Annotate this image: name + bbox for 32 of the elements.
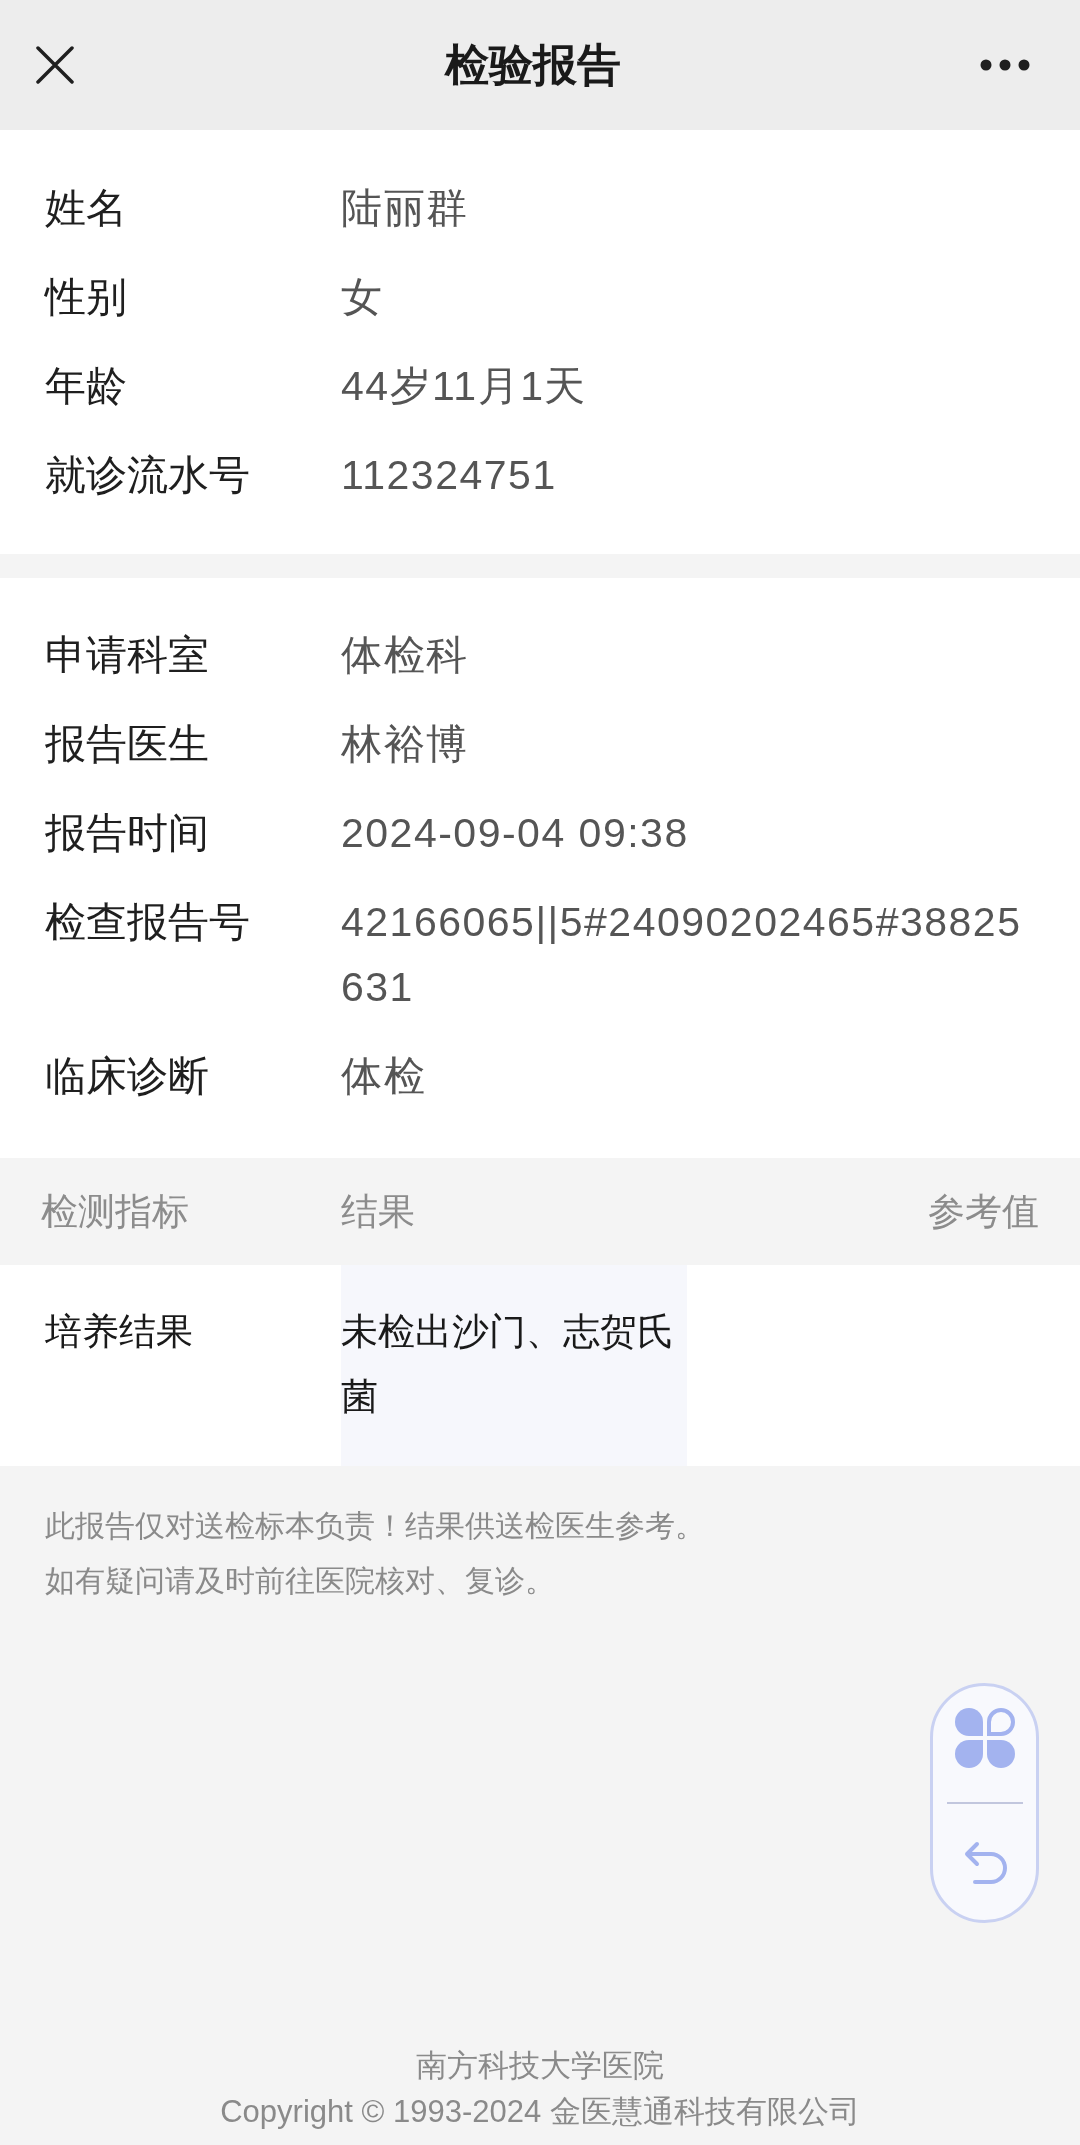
- field-value: 112324751: [341, 451, 558, 500]
- field-label: 就诊流水号: [45, 451, 251, 500]
- more-button[interactable]: [980, 59, 1030, 71]
- result-cell: 未检出沙门、志贺氏菌: [341, 1265, 687, 1466]
- copyright-text: Copyright © 1993-2024 金医慧通科技有限公司: [220, 2093, 860, 2131]
- field-value: 42166065||5#24090202465#38825631: [341, 898, 1023, 1012]
- field-value: 体检: [341, 1052, 427, 1101]
- close-button[interactable]: [36, 46, 74, 84]
- field-label: 报告时间: [45, 809, 210, 858]
- field-value: 2024-09-04 09:38: [341, 809, 690, 858]
- field-value: 陆丽群: [341, 184, 470, 233]
- field-label: 性别: [45, 273, 128, 322]
- hospital-name: 南方科技大学医院: [416, 2047, 664, 2085]
- table-cell: 培养结果: [45, 1311, 193, 1352]
- field-label: 年龄: [45, 362, 128, 411]
- notice-text: 此报告仅对送检标本负责！结果供送检医生参考。: [45, 1508, 705, 1544]
- column-header: 参考值: [928, 1189, 1039, 1234]
- column-header: 结果: [341, 1189, 416, 1234]
- field-value: 女: [341, 273, 385, 322]
- field-value: 林裕博: [341, 720, 470, 769]
- field-label: 申请科室: [45, 631, 210, 680]
- close-icon: [36, 46, 74, 84]
- notice-text: 如有疑问请及时前往医院核对、复诊。: [45, 1563, 555, 1599]
- field-value: 44岁11月1天: [341, 362, 588, 411]
- more-icon: [980, 59, 1030, 71]
- page-title: 检验报告: [445, 39, 621, 91]
- field-label: 报告医生: [45, 720, 210, 769]
- column-header: 检测指标: [41, 1189, 190, 1234]
- field-label: 临床诊断: [45, 1052, 210, 1101]
- field-value: 体检科: [341, 631, 470, 680]
- field-label: 检查报告号: [45, 898, 251, 947]
- field-label: 姓名: [45, 184, 128, 233]
